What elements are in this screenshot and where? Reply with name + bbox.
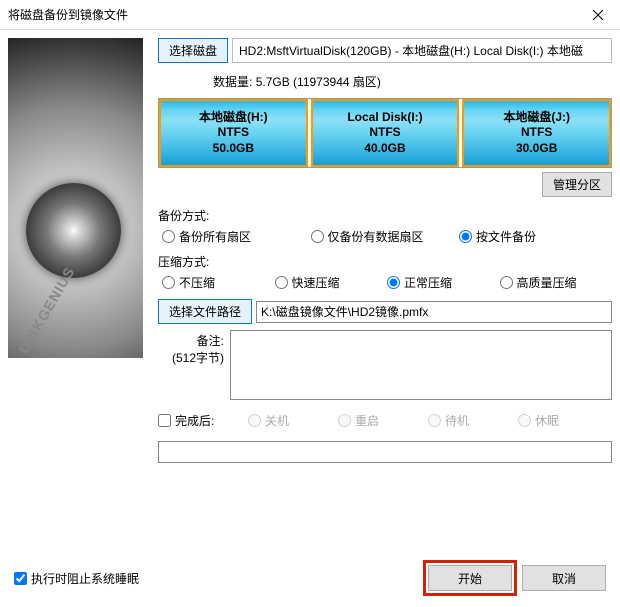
partition-size: 50.0GB (213, 141, 254, 157)
partition-map: 本地磁盘(H:) NTFS 50.0GB Local Disk(I:) NTFS… (158, 98, 612, 168)
radio-by-file[interactable] (459, 230, 472, 243)
select-path-button[interactable]: 选择文件路径 (158, 299, 252, 324)
partition-fs: NTFS (369, 125, 400, 141)
radio-fast-compress[interactable] (275, 276, 288, 289)
backup-mode-option[interactable]: 备份所有扇区 (162, 228, 311, 245)
radio-hibernate (518, 414, 531, 427)
brand-image (8, 38, 143, 358)
select-disk-button[interactable]: 选择磁盘 (158, 38, 228, 63)
prevent-sleep-label[interactable]: 执行时阻止系统睡眠 (14, 570, 139, 587)
after-done-row: 完成后: 关机 重启 待机 休眠 (158, 412, 612, 429)
radio-no-compress[interactable] (162, 276, 175, 289)
progress-bar (158, 441, 612, 463)
disk-description: HD2:MsftVirtualDisk(120GB) - 本地磁盘(H:) Lo… (232, 38, 612, 63)
after-done-option: 休眠 (518, 412, 608, 429)
radio-shutdown (248, 414, 261, 427)
remark-label: 备注: (512字节) (158, 330, 230, 366)
radio-all-sectors[interactable] (162, 230, 175, 243)
radio-hq-compress[interactable] (500, 276, 513, 289)
after-done-option: 待机 (428, 412, 518, 429)
manage-partitions-button[interactable]: 管理分区 (542, 172, 612, 197)
compress-mode-option[interactable]: 高质量压缩 (500, 274, 613, 291)
path-input[interactable] (256, 301, 612, 323)
backup-mode-group: 备份所有扇区 仅备份有数据扇区 按文件备份 (158, 228, 612, 245)
partition-name: 本地磁盘(H:) (199, 110, 268, 126)
after-done-option: 关机 (248, 412, 338, 429)
partition-size: 40.0GB (364, 141, 405, 157)
after-done-checkbox-label[interactable]: 完成后: (158, 412, 248, 429)
partition-block[interactable]: Local Disk(I:) NTFS 40.0GB (311, 99, 460, 167)
partition-size: 30.0GB (516, 141, 557, 157)
radio-data-sectors[interactable] (311, 230, 324, 243)
partition-fs: NTFS (521, 125, 552, 141)
compress-mode-option[interactable]: 正常压缩 (387, 274, 500, 291)
compress-mode-option[interactable]: 不压缩 (162, 274, 275, 291)
data-amount-label: 数据量: (213, 75, 252, 89)
data-amount-value: 5.7GB (11973944 扇区) (256, 75, 381, 89)
compress-mode-group: 不压缩 快速压缩 正常压缩 高质量压缩 (158, 274, 612, 291)
after-done-option: 重启 (338, 412, 428, 429)
prevent-sleep-checkbox[interactable] (14, 572, 27, 585)
partition-fs: NTFS (218, 125, 249, 141)
radio-restart (338, 414, 351, 427)
compress-mode-label: 压缩方式: (158, 253, 612, 270)
partition-block[interactable]: 本地磁盘(J:) NTFS 30.0GB (462, 99, 611, 167)
backup-mode-option[interactable]: 仅备份有数据扇区 (311, 228, 460, 245)
remark-textarea[interactable] (230, 330, 612, 400)
radio-standby (428, 414, 441, 427)
cancel-button[interactable]: 取消 (522, 565, 606, 591)
window-title: 将磁盘备份到镜像文件 (8, 6, 128, 23)
partition-name: 本地磁盘(J:) (503, 110, 570, 126)
partition-block[interactable]: 本地磁盘(H:) NTFS 50.0GB (159, 99, 308, 167)
compress-mode-option[interactable]: 快速压缩 (275, 274, 388, 291)
after-done-checkbox[interactable] (158, 414, 171, 427)
start-button[interactable]: 开始 (428, 565, 512, 591)
radio-normal-compress[interactable] (387, 276, 400, 289)
backup-mode-option[interactable]: 按文件备份 (459, 228, 608, 245)
close-icon (593, 10, 603, 20)
partition-name: Local Disk(I:) (347, 110, 422, 126)
progress-wrap (158, 441, 612, 463)
titlebar: 将磁盘备份到镜像文件 (0, 0, 620, 30)
data-amount: 数据量: 5.7GB (11973944 扇区) (158, 69, 612, 98)
bottom-bar: 执行时阻止系统睡眠 开始 取消 (0, 553, 620, 607)
backup-mode-label: 备份方式: (158, 207, 612, 224)
close-button[interactable] (575, 0, 620, 30)
